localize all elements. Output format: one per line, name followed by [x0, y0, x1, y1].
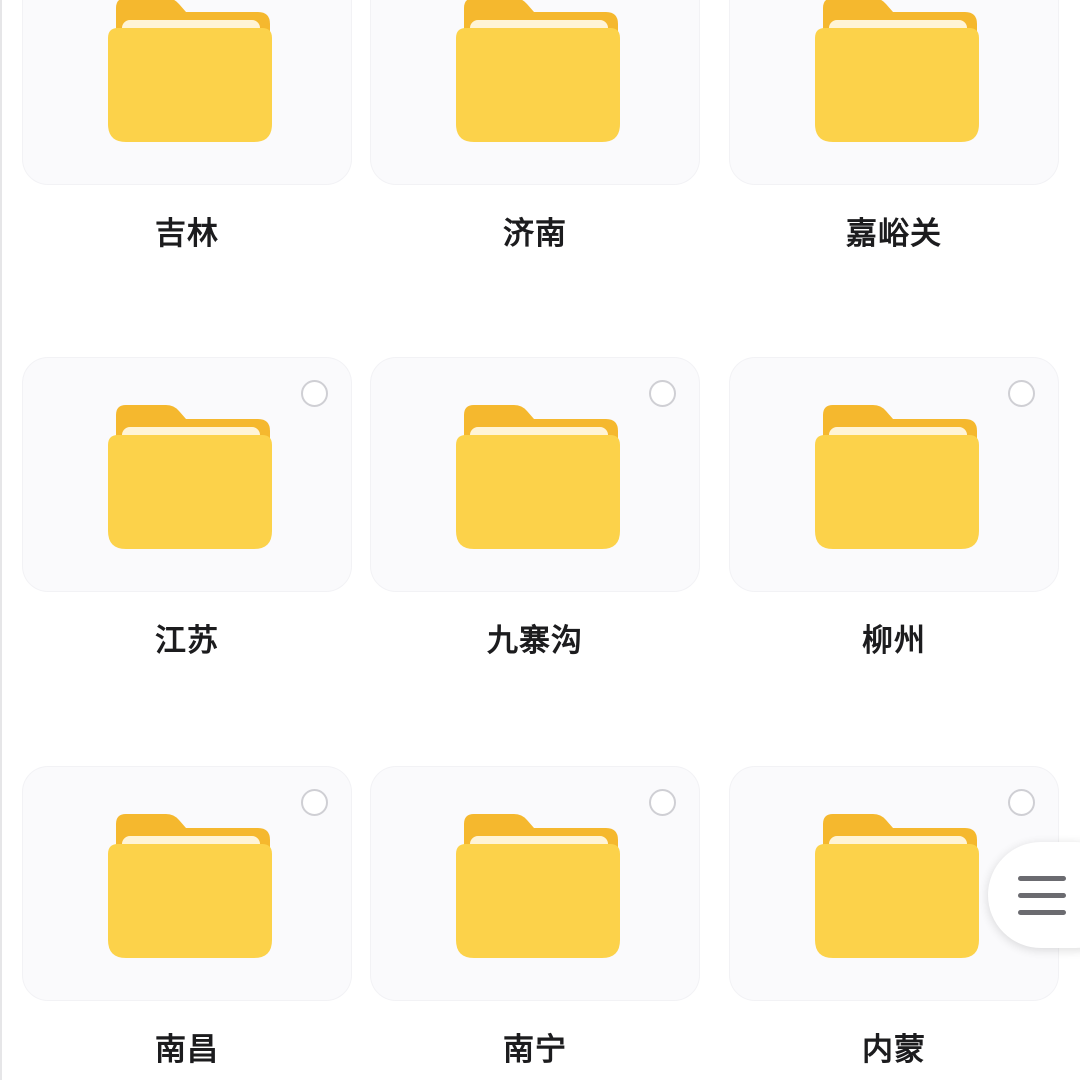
folder-item-nanchang[interactable]: 南昌	[22, 766, 362, 1068]
folder-icon	[815, 814, 979, 958]
select-circle-icon[interactable]	[1008, 380, 1035, 407]
folder-label: 济南	[503, 216, 567, 252]
folder-item-liuzhou[interactable]: 柳州	[729, 357, 1069, 659]
folder-icon	[815, 0, 979, 142]
folder-item-jiayuguan[interactable]: 嘉峪关	[729, 0, 1069, 252]
folder-label: 南昌	[155, 1032, 219, 1068]
folder-item-jilin[interactable]: 吉林	[22, 0, 362, 252]
folder-icon	[108, 405, 272, 549]
select-circle-icon[interactable]	[1008, 789, 1035, 816]
folder-item-jiangsu[interactable]: 江苏	[22, 357, 362, 659]
folder-label: 内蒙	[862, 1032, 926, 1068]
folder-icon	[456, 405, 620, 549]
folder-label: 江苏	[155, 623, 219, 659]
folder-grid: 吉林 济南 嘉峪关 江苏 九寨沟 柳州 南昌 南宁 内蒙	[0, 0, 1080, 1080]
select-circle-icon[interactable]	[301, 789, 328, 816]
select-circle-icon[interactable]	[301, 380, 328, 407]
folder-icon	[108, 814, 272, 958]
folder-icon	[815, 405, 979, 549]
folder-icon	[456, 814, 620, 958]
folder-label: 嘉峪关	[846, 216, 942, 252]
folder-item-nanning[interactable]: 南宁	[370, 766, 710, 1068]
folder-label: 柳州	[862, 623, 926, 659]
folder-label: 九寨沟	[487, 623, 583, 659]
hamburger-menu-icon	[1018, 876, 1066, 916]
folder-label: 吉林	[155, 216, 219, 252]
folder-icon	[108, 0, 272, 142]
file-browser-screen: 吉林 济南 嘉峪关 江苏 九寨沟 柳州 南昌 南宁 内蒙	[0, 0, 1080, 1080]
select-circle-icon[interactable]	[649, 789, 676, 816]
select-circle-icon[interactable]	[649, 380, 676, 407]
folder-item-jinan[interactable]: 济南	[370, 0, 710, 252]
folder-item-jiuzhaigou[interactable]: 九寨沟	[370, 357, 710, 659]
folder-icon	[456, 0, 620, 142]
folder-label: 南宁	[503, 1032, 567, 1068]
